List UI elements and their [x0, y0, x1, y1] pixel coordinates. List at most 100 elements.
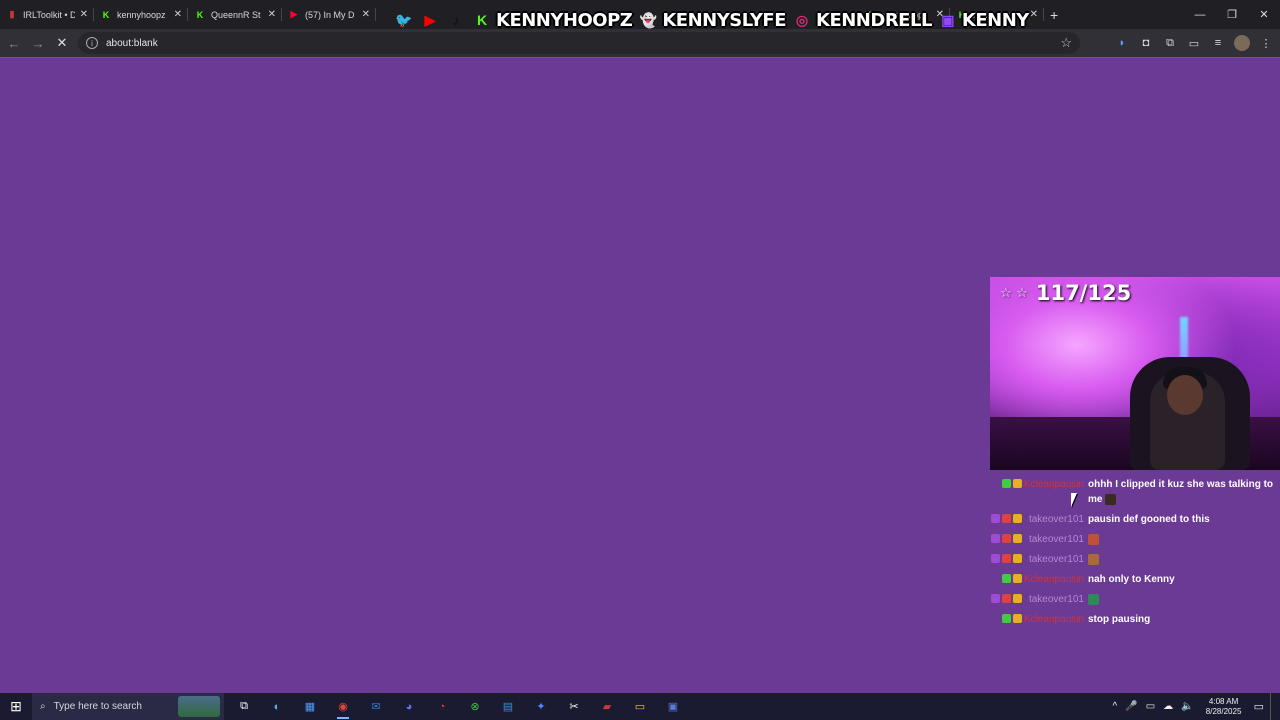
streamer-head [1167, 375, 1203, 415]
window-controls: — ❐ ✕ [1184, 0, 1280, 29]
tray-icon[interactable]: 🎤 [1125, 701, 1137, 712]
tab-title: kennyhoopz [117, 9, 166, 20]
system-tray: ^ 🎤 ▭ ☁ 🔈 4:08 AM 8/28/2025 ▭ [1113, 693, 1280, 720]
tray-icon[interactable]: ^ [1113, 701, 1118, 712]
extension-icon[interactable]: ◘ [1138, 35, 1154, 51]
chat-badges [990, 552, 1022, 563]
app-icon[interactable]: ▤ [494, 693, 522, 720]
taskbar-apps: ⧉ ◐ ▦ ◉ ✉ ◕ ◔ ⊗ ▤ ✦ ✂ ▰ ▭ ▣ [230, 693, 687, 720]
goal-counter: ☆ ☆ 117/125 [1000, 281, 1131, 305]
chat-badge-icon [1002, 479, 1011, 488]
emote-icon [1088, 553, 1099, 565]
chat-message-text: stop pausing [1088, 612, 1275, 627]
puzzle-icon[interactable]: ⧉ [1162, 35, 1178, 51]
stop-loading-button[interactable]: ✕ [50, 31, 74, 55]
chat-badge-icon [1002, 534, 1011, 543]
task-view-icon[interactable]: ⧉ [230, 693, 258, 720]
chat-badge-icon [1013, 479, 1022, 488]
media-control-icon[interactable]: ≡ [1210, 35, 1226, 51]
url-bar[interactable]: i about:blank ☆ [78, 32, 1080, 54]
search-highlight-image [178, 696, 220, 717]
star-icons: ☆ ☆ [1000, 285, 1028, 301]
obs-icon[interactable]: ▰ [593, 693, 621, 720]
address-bar-row: ← → ✕ i about:blank ☆ ◗ ◘ ⧉ ▭ ≡ ⋮ [0, 29, 1280, 57]
windows-start-icon[interactable]: ⊞ [0, 693, 32, 720]
tab-search-icon[interactable]: ▭ [1186, 35, 1202, 51]
chrome-divider [0, 57, 1280, 58]
chrome-icon[interactable]: ◉ [329, 693, 357, 720]
chat-message-text: ohhh I clipped it kuz she was talking to… [1088, 477, 1275, 507]
restore-button[interactable]: ❐ [1216, 0, 1248, 29]
close-window-button[interactable]: ✕ [1248, 0, 1280, 29]
notification-icon[interactable]: ▭ [1254, 700, 1264, 713]
youtube-icon: ▶ [290, 9, 298, 19]
speedtest-icon[interactable]: ◔ [428, 693, 456, 720]
app-icon[interactable]: ▣ [659, 693, 687, 720]
discord-icon[interactable]: ◕ [395, 693, 423, 720]
chat-message: takeover101 [990, 592, 1275, 607]
emote-icon [1088, 533, 1099, 545]
avatar[interactable] [1234, 35, 1250, 51]
chat-username: Kcleanpausin [1023, 479, 1084, 490]
clock[interactable]: 4:08 AM 8/28/2025 [1200, 697, 1248, 717]
taskbar-search[interactable]: ⌕ Type here to search [32, 693, 224, 720]
chat-badges [990, 592, 1022, 603]
emote-icon [1105, 493, 1117, 505]
extension-icon[interactable]: ◗ [1114, 35, 1130, 51]
irltoolkit-icon: ▮ [9, 9, 15, 19]
bookmark-star-icon[interactable]: ☆ [1060, 35, 1072, 51]
clock-time: 4:08 AM [1208, 696, 1239, 706]
tab-title: QueennR St [211, 9, 261, 20]
browser-tab[interactable]: ▶ (57) In My D ✕ [282, 0, 376, 29]
tray-icon[interactable]: ▭ [1146, 701, 1155, 712]
close-tab-icon[interactable]: ✕ [80, 9, 88, 20]
show-desktop-button[interactable] [1270, 693, 1276, 720]
capcut-icon[interactable]: ✂ [560, 693, 588, 720]
chat-badge-icon [1013, 514, 1022, 523]
url-text: about:blank [106, 37, 158, 49]
browser-tab[interactable]: Kkennyhoopz ✕ [94, 0, 188, 29]
info-icon[interactable]: i [86, 37, 98, 49]
kick-icon: K [196, 9, 204, 20]
clock-date: 8/28/2025 [1205, 706, 1242, 716]
browser-tab[interactable]: ▮ IRLToolkit • D ✕ [0, 0, 94, 29]
chat-badges [990, 532, 1022, 543]
search-icon: ⌕ [40, 701, 46, 712]
chat-username: takeover101 [1028, 554, 1084, 565]
copilot-icon[interactable]: ◐ [263, 693, 291, 720]
chat-badges [990, 477, 1022, 488]
tab-title: (57) In My D [305, 9, 355, 20]
chat-message: takeover101 pausin def gooned to this [990, 512, 1275, 527]
chat-badge-icon [991, 554, 1000, 563]
chat-badges [990, 572, 1022, 583]
new-tab-button[interactable]: + [1050, 7, 1058, 23]
back-button[interactable]: ← [2, 31, 26, 55]
browser-tab[interactable]: K QueennR St ✕ [188, 0, 282, 29]
close-tab-icon[interactable]: ✕ [1030, 9, 1038, 20]
close-tab-icon[interactable]: ✕ [362, 9, 370, 20]
chat-username: takeover101 [1028, 594, 1084, 605]
chat-badge-icon [991, 594, 1000, 603]
close-tab-icon[interactable]: ✕ [174, 9, 182, 20]
forward-button[interactable]: → [26, 31, 50, 55]
emote-icon [1088, 593, 1099, 605]
webcam-feed: ☆ ☆ 117/125 [990, 277, 1280, 470]
chat-badge-icon [991, 514, 1000, 523]
file-explorer-icon[interactable]: ▭ [626, 693, 654, 720]
chat-badges [990, 512, 1022, 523]
tab-title: IRLToolkit • D [23, 9, 75, 20]
tray-icon[interactable]: 🔈 [1181, 701, 1193, 712]
store-icon[interactable]: ▦ [296, 693, 324, 720]
tray-icon[interactable]: ☁ [1163, 701, 1173, 712]
chat-message: Kcleanpausin nah only to Kenny [990, 572, 1275, 587]
chat-badge-icon [1002, 554, 1011, 563]
xbox-icon[interactable]: ⊗ [461, 693, 489, 720]
menu-icon[interactable]: ⋮ [1258, 35, 1274, 51]
app-icon[interactable]: ✦ [527, 693, 555, 720]
minimize-button[interactable]: — [1184, 0, 1216, 29]
chat-message: Kcleanpausin ohhh I clipped it kuz she wa… [990, 477, 1275, 507]
close-tab-icon[interactable]: ✕ [268, 9, 276, 20]
chat-message-text: nah only to Kenny [1088, 572, 1275, 587]
outlook-icon[interactable]: ✉ [362, 693, 390, 720]
extensions-tray: ◗ ◘ ⧉ ▭ ≡ ⋮ [1114, 32, 1274, 54]
